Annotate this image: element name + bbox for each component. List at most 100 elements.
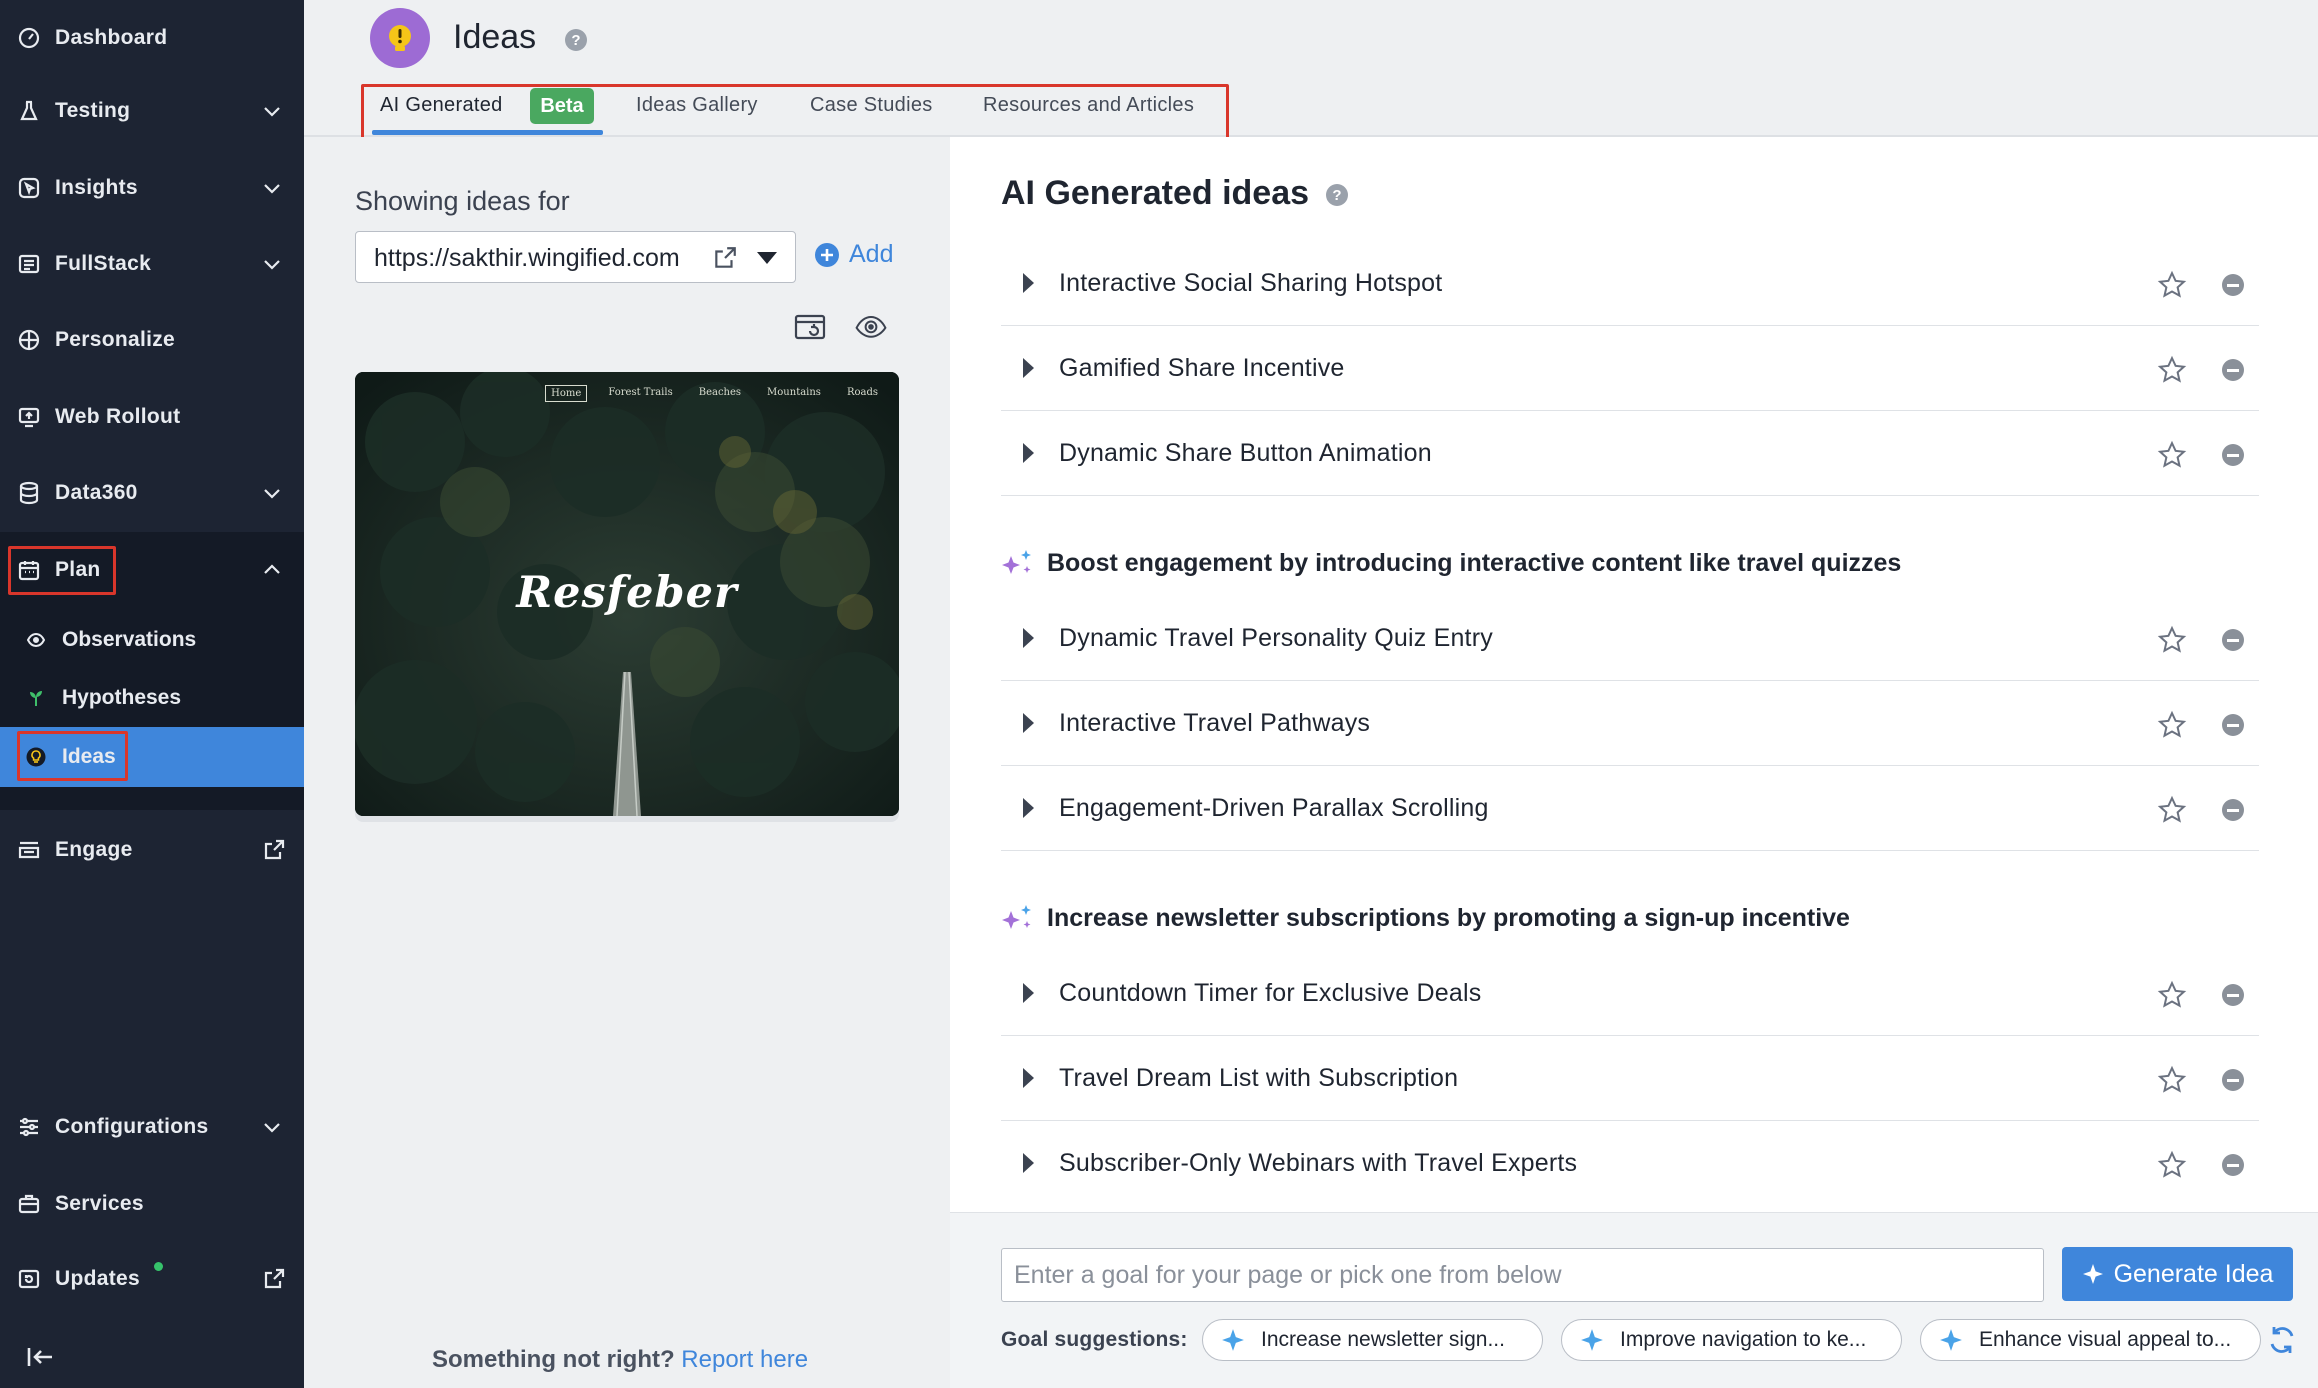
- star-icon[interactable]: [2157, 795, 2187, 825]
- help-icon[interactable]: ?: [1326, 184, 1348, 206]
- rollout-icon: [16, 404, 42, 430]
- idea-row[interactable]: Subscriber-Only Webinars with Travel Exp…: [1001, 1122, 2259, 1206]
- star-icon[interactable]: [2157, 270, 2187, 300]
- star-icon[interactable]: [2157, 440, 2187, 470]
- expand-caret-icon[interactable]: [1023, 713, 1034, 733]
- star-icon[interactable]: [2157, 1150, 2187, 1180]
- idea-row[interactable]: Engagement-Driven Parallax Scrolling: [1001, 767, 2259, 851]
- idea-row[interactable]: Gamified Share Incentive: [1001, 327, 2259, 411]
- dashboard-icon: [16, 25, 42, 51]
- idea-row[interactable]: Dynamic Share Button Animation: [1001, 412, 2259, 496]
- star-icon[interactable]: [2157, 625, 2187, 655]
- sidebar-item-insights[interactable]: Insights: [0, 150, 304, 226]
- page-preview-thumbnail[interactable]: Home Forest Trails Beaches Mountains Roa…: [355, 372, 899, 816]
- collapse-left-icon[interactable]: [26, 1344, 56, 1370]
- sidebar-item-data360[interactable]: Data360: [0, 455, 304, 531]
- sidebar-item-configurations[interactable]: Configurations: [0, 1089, 304, 1165]
- engage-icon: [16, 837, 42, 863]
- open-url-icon[interactable]: [712, 245, 738, 271]
- refresh-suggestions-icon[interactable]: [2266, 1324, 2298, 1356]
- refresh-preview-icon[interactable]: [793, 313, 829, 343]
- chevron-up-icon[interactable]: [260, 558, 284, 582]
- dropdown-caret-icon[interactable]: [756, 251, 778, 265]
- expand-caret-icon[interactable]: [1023, 798, 1034, 818]
- star-icon[interactable]: [2157, 1065, 2187, 1095]
- remove-idea-icon[interactable]: [2222, 1069, 2244, 1091]
- expand-caret-icon[interactable]: [1023, 443, 1034, 463]
- chevron-down-icon[interactable]: [260, 99, 284, 123]
- goal-input[interactable]: [1001, 1248, 2044, 1302]
- report-issue-label: Something not right?: [432, 1346, 675, 1373]
- goal-suggestions-label: Goal suggestions:: [1001, 1328, 1188, 1351]
- sidebar-item-label: Data360: [55, 481, 138, 504]
- remove-idea-icon[interactable]: [2222, 629, 2244, 651]
- remove-idea-icon[interactable]: [2222, 274, 2244, 296]
- sidebar-item-engage[interactable]: Engage: [0, 812, 304, 888]
- preview-settings-icon[interactable]: [853, 311, 889, 341]
- remove-idea-icon[interactable]: [2222, 799, 2244, 821]
- chevron-down-icon[interactable]: [260, 176, 284, 200]
- sidebar-item-label: FullStack: [55, 252, 152, 275]
- preview-nav-item: Roads: [846, 387, 878, 398]
- sidebar-item-observations[interactable]: Observations: [0, 611, 304, 669]
- expand-caret-icon[interactable]: [1023, 358, 1034, 378]
- idea-title: Interactive Social Sharing Hotspot: [1059, 269, 1443, 297]
- star-icon[interactable]: [2157, 980, 2187, 1010]
- sidebar-item-updates[interactable]: Updates: [0, 1241, 304, 1317]
- remove-idea-icon[interactable]: [2222, 714, 2244, 736]
- sidebar-item-web-rollout[interactable]: Web Rollout: [0, 379, 304, 455]
- add-url-button[interactable]: Add: [814, 240, 893, 269]
- sparkle-icon: [2082, 1264, 2103, 1284]
- remove-idea-icon[interactable]: [2222, 1154, 2244, 1176]
- idea-title: Travel Dream List with Subscription: [1059, 1064, 1459, 1092]
- star-icon[interactable]: [2157, 710, 2187, 740]
- crosshair-icon: [16, 327, 42, 353]
- idea-title: Dynamic Travel Personality Quiz Entry: [1059, 624, 1493, 652]
- sparkle-icon: [1222, 1329, 1244, 1351]
- generate-idea-button[interactable]: Generate Idea: [2062, 1247, 2293, 1301]
- sidebar-item-testing[interactable]: Testing: [0, 73, 304, 149]
- briefcase-icon: [16, 1191, 42, 1217]
- expand-caret-icon[interactable]: [1023, 273, 1034, 293]
- url-select[interactable]: https://sakthir.wingified.com: [355, 231, 796, 283]
- chevron-down-icon[interactable]: [260, 1115, 284, 1139]
- remove-idea-icon[interactable]: [2222, 359, 2244, 381]
- goal-suggestion-chip[interactable]: Increase newsletter sign...: [1202, 1319, 1543, 1361]
- sidebar-item-dashboard[interactable]: Dashboard: [0, 0, 304, 76]
- remove-idea-icon[interactable]: [2222, 444, 2244, 466]
- help-icon[interactable]: ?: [565, 29, 587, 51]
- sparkle-icon: [1940, 1329, 1962, 1351]
- preview-nav-item: Forest Trails: [608, 387, 673, 398]
- sidebar-item-label: Dashboard: [55, 26, 168, 49]
- idea-row[interactable]: Travel Dream List with Subscription: [1001, 1037, 2259, 1121]
- goal-suggestion-chip[interactable]: Enhance visual appeal to...: [1920, 1319, 2261, 1361]
- remove-idea-icon[interactable]: [2222, 984, 2244, 1006]
- expand-caret-icon[interactable]: [1023, 983, 1034, 1003]
- url-value: https://sakthir.wingified.com: [374, 244, 680, 272]
- sidebar-item-services[interactable]: Services: [0, 1166, 304, 1242]
- new-update-dot: [154, 1262, 163, 1271]
- expand-caret-icon[interactable]: [1023, 1153, 1034, 1173]
- expand-caret-icon[interactable]: [1023, 628, 1034, 648]
- star-icon[interactable]: [2157, 355, 2187, 385]
- goal-suggestion-text: Improve navigation to ke...: [1620, 1328, 1867, 1351]
- sidebar-item-fullstack[interactable]: FullStack: [0, 226, 304, 302]
- goal-heading-text: Increase newsletter subscriptions by pro…: [1047, 903, 1850, 932]
- external-link-icon[interactable]: [262, 1267, 286, 1291]
- idea-row[interactable]: Interactive Travel Pathways: [1001, 682, 2259, 766]
- idea-row[interactable]: Countdown Timer for Exclusive Deals: [1001, 952, 2259, 1036]
- sidebar-item-label: Testing: [55, 99, 131, 122]
- sidebar-item-label: Updates: [55, 1267, 140, 1290]
- goal-suggestion-chip[interactable]: Improve navigation to ke...: [1561, 1319, 1902, 1361]
- sidebar-item-hypotheses[interactable]: Hypotheses: [0, 669, 304, 727]
- idea-row[interactable]: Interactive Social Sharing Hotspot: [1001, 242, 2259, 326]
- chevron-down-icon[interactable]: [260, 252, 284, 276]
- sidebar-item-personalize[interactable]: Personalize: [0, 302, 304, 378]
- external-link-icon[interactable]: [262, 838, 286, 862]
- idea-row[interactable]: Dynamic Travel Personality Quiz Entry: [1001, 597, 2259, 681]
- preview-nav-item: Mountains: [767, 387, 821, 398]
- expand-caret-icon[interactable]: [1023, 1068, 1034, 1088]
- preview-nav-item: Beaches: [698, 387, 742, 398]
- report-here-link[interactable]: Report here: [681, 1346, 808, 1373]
- chevron-down-icon[interactable]: [260, 481, 284, 505]
